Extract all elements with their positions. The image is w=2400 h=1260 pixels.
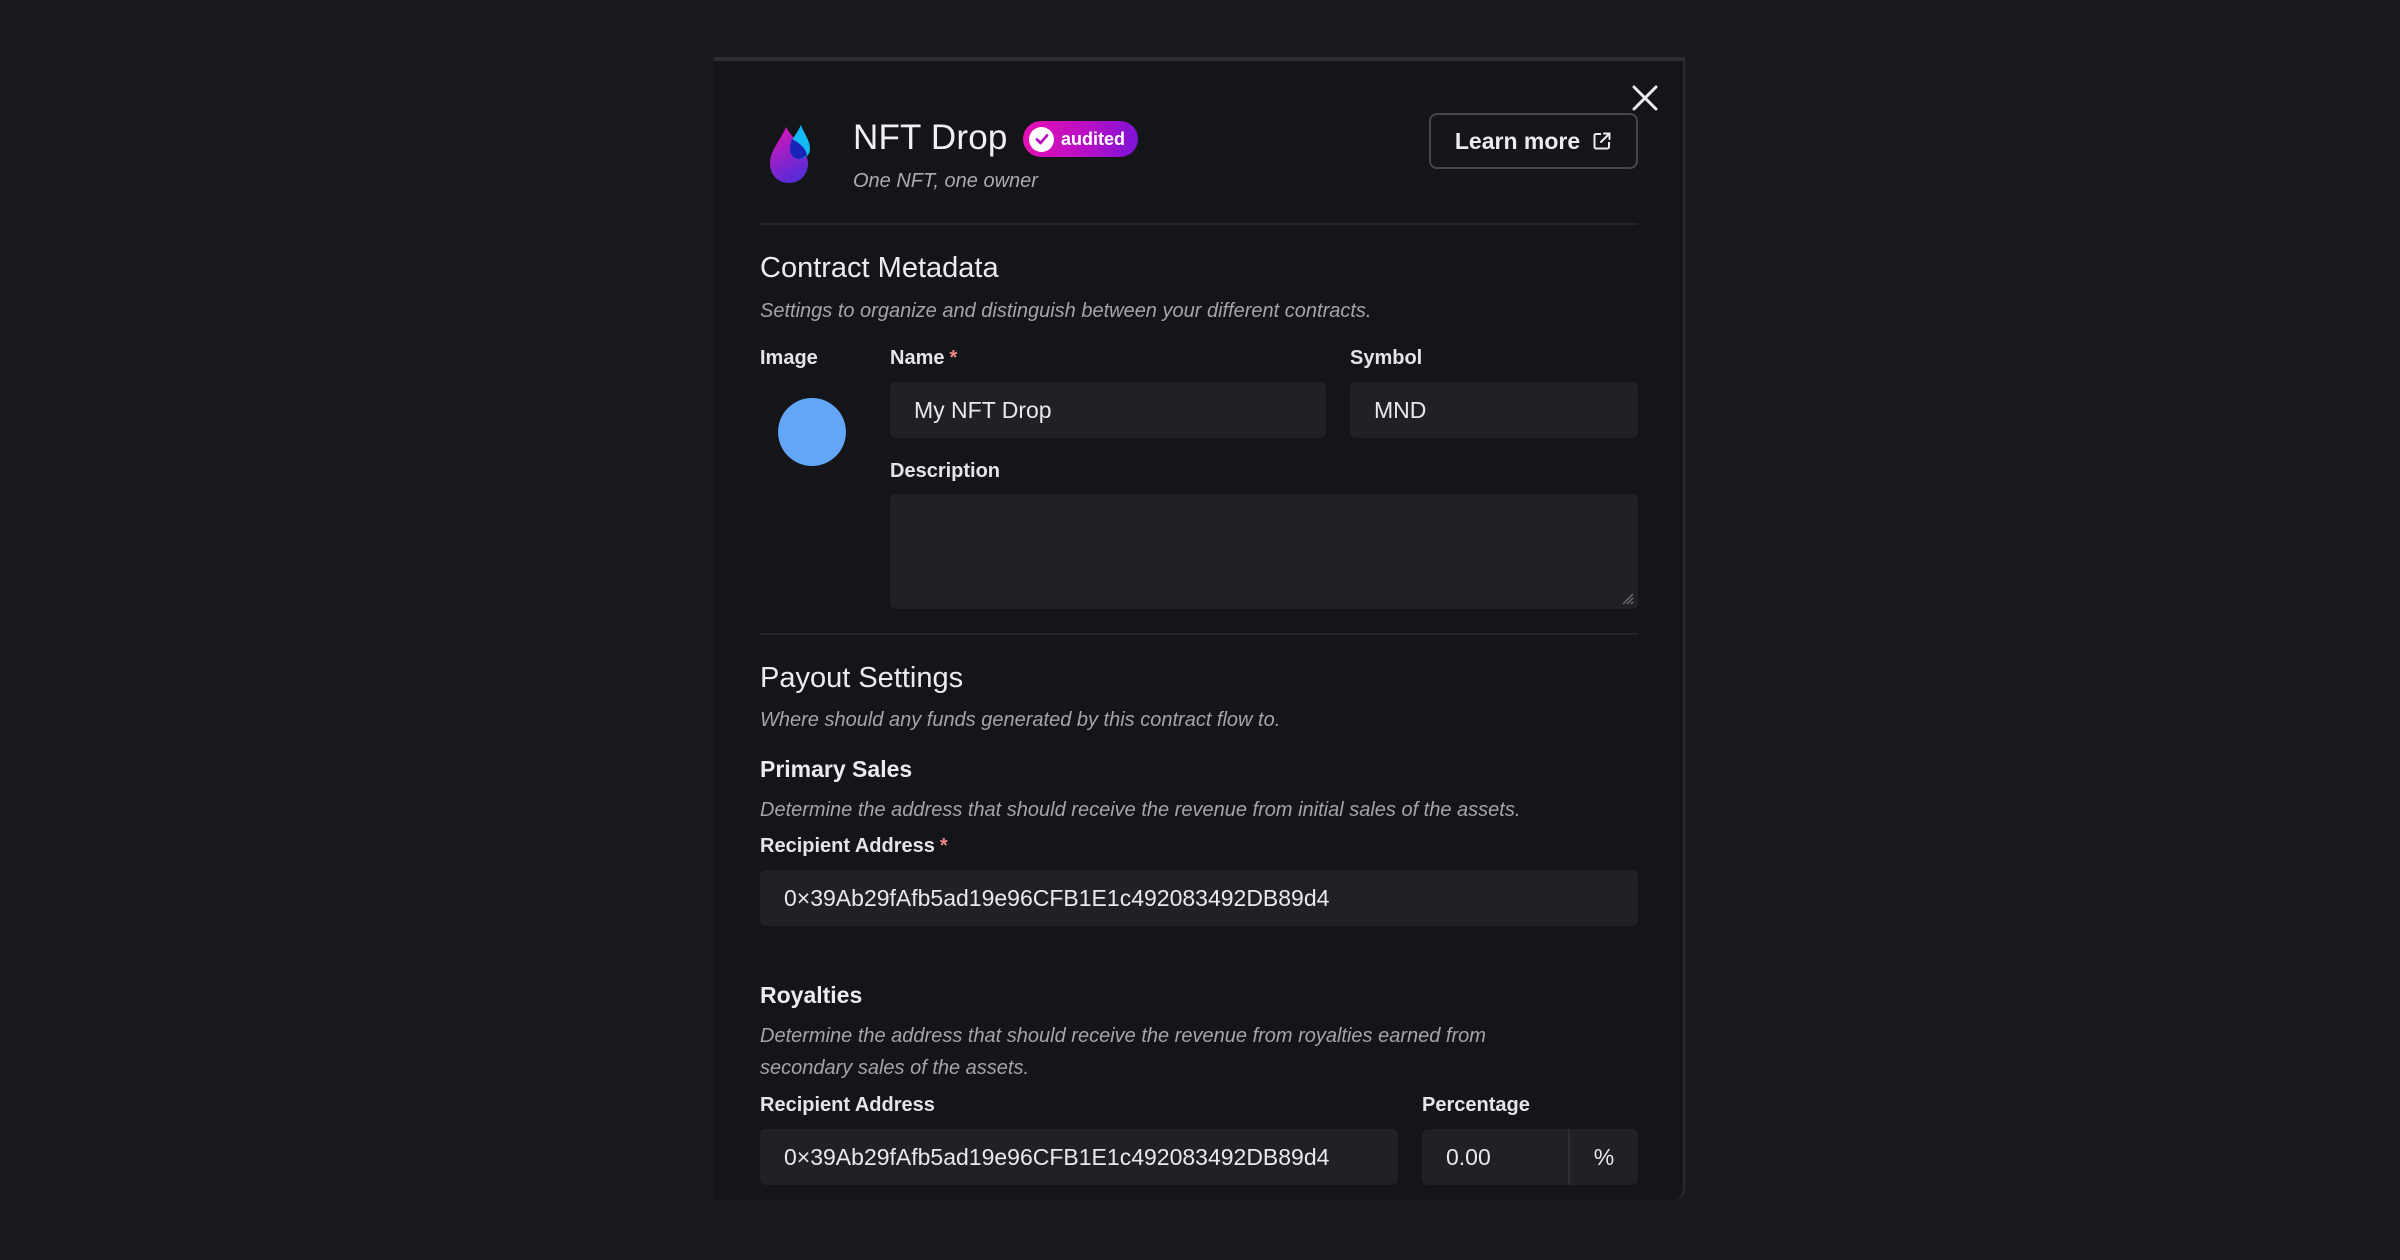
payout-settings-heading: Payout Settings [760,662,964,694]
learn-more-button[interactable]: Learn more [1429,113,1638,169]
contract-metadata-description: Settings to organize and distinguish bet… [760,300,1372,322]
nft-drop-logo-icon [770,125,810,183]
image-label: Image [760,347,818,369]
royalty-recipient-input[interactable] [760,1129,1398,1185]
percentage-label: Percentage [1422,1094,1530,1116]
resize-grip-icon[interactable] [1618,589,1634,605]
header-divider [760,223,1638,225]
deploy-contract-modal: NFT Drop audited One NFT, one owner Lear… [714,57,1685,1200]
section-divider [760,633,1638,635]
contract-metadata-heading: Contract Metadata [760,252,999,284]
description-textarea[interactable] [890,494,1638,609]
primary-sales-heading: Primary Sales [760,756,913,782]
close-icon [1632,85,1658,111]
name-label: Name * [890,347,957,370]
external-link-icon [1593,132,1611,150]
royalties-description: Determine the address that should receiv… [760,1025,1486,1079]
percentage-input[interactable] [1422,1129,1568,1185]
primary-sales-description: Determine the address that should receiv… [760,799,1521,821]
royalties-heading: Royalties [760,982,863,1008]
royalty-recipient-label: Recipient Address [760,1094,935,1116]
audited-badge: audited [1023,121,1138,157]
symbol-input[interactable] [1350,382,1638,438]
learn-more-label: Learn more [1454,127,1581,154]
percent-suffix: % [1568,1129,1638,1185]
primary-recipient-label: Recipient Address * [760,835,948,858]
contract-title: NFT Drop [853,118,1008,157]
primary-recipient-label-text: Recipient Address [760,835,935,857]
primary-recipient-input[interactable] [760,870,1638,926]
close-button[interactable] [1630,83,1660,113]
required-mark: * [949,347,958,369]
required-mark: * [939,835,948,857]
audited-badge-label: audited [1061,128,1126,149]
check-circle-icon [1029,126,1054,152]
symbol-label: Symbol [1350,347,1423,369]
name-input[interactable] [890,382,1326,438]
image-upload[interactable] [778,398,846,466]
description-label: Description [890,460,1001,482]
name-label-text: Name [890,347,945,369]
percentage-field: % [1422,1129,1638,1185]
payout-settings-description: Where should any funds generated by this… [760,709,1281,731]
contract-subtitle: One NFT, one owner [853,170,1038,192]
